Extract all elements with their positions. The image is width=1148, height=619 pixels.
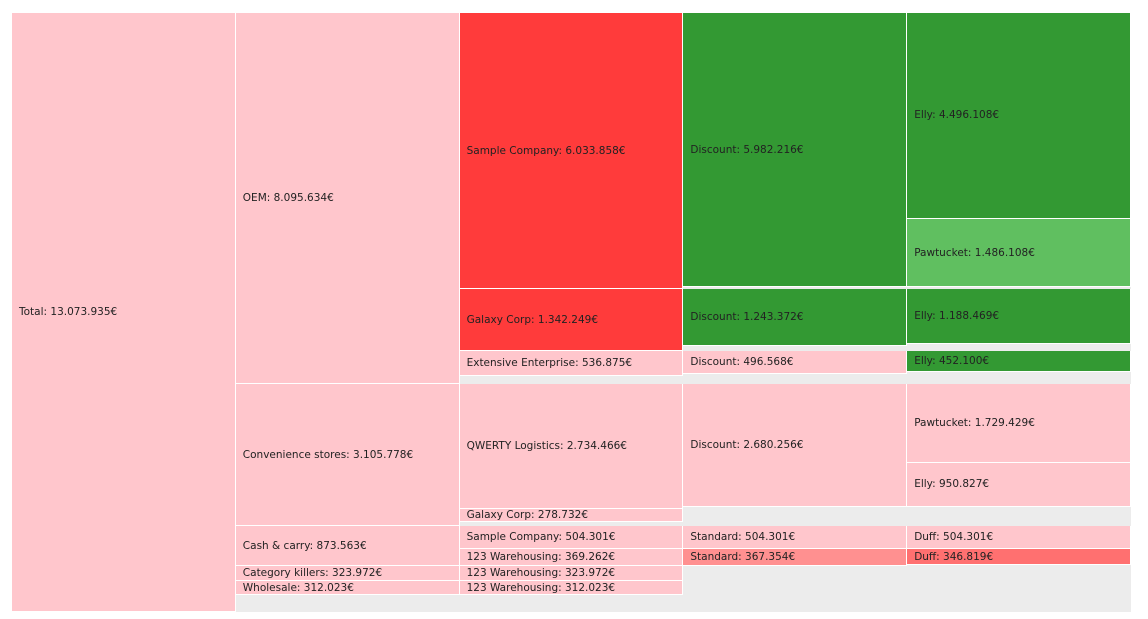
icicle-node[interactable]: Galaxy Corp: 278.732€ [459, 509, 684, 522]
icicle-node[interactable]: Elly: 452.100€ [907, 350, 1131, 372]
icicle-node[interactable]: QWERTY Logistics: 2.734.466€ [459, 383, 684, 510]
node-label: Duff: 346.819€ [914, 550, 994, 563]
icicle-node[interactable]: Discount: 1.243.372€ [683, 289, 908, 347]
icicle-node[interactable]: Duff: 504.301€ [907, 526, 1131, 550]
node-label: Standard: 504.301€ [690, 531, 796, 544]
node-label: Galaxy Corp: 1.342.249€ [466, 313, 599, 326]
node-label: Galaxy Corp: 278.732€ [466, 509, 588, 522]
node-label: Elly: 1.188.469€ [914, 310, 1000, 323]
node-label: Extensive Enterprise: 536.875€ [466, 356, 633, 369]
icicle-node[interactable]: Wholesale: 312.023€ [235, 581, 460, 596]
node-label: Elly: 950.827€ [914, 478, 990, 491]
icicle-node[interactable]: Elly: 1.188.469€ [907, 289, 1131, 344]
node-label: Duff: 504.301€ [914, 531, 994, 544]
icicle-node[interactable]: 123 Warehousing: 323.972€ [459, 566, 684, 582]
node-label: Cash & carry: 873.563€ [242, 539, 367, 552]
icicle-node[interactable]: Discount: 5.982.216€ [683, 13, 908, 288]
node-label: Sample Company: 504.301€ [466, 531, 616, 544]
icicle-node[interactable]: Sample Company: 6.033.858€ [459, 13, 684, 290]
icicle-node[interactable]: 123 Warehousing: 369.262€ [459, 549, 684, 567]
node-label: OEM: 8.095.634€ [242, 191, 334, 204]
icicle-node[interactable]: Elly: 4.496.108€ [907, 13, 1131, 219]
node-label: QWERTY Logistics: 2.734.466€ [466, 440, 627, 453]
node-label: Discount: 1.243.372€ [690, 311, 804, 324]
icicle-node[interactable]: Discount: 496.568€ [683, 350, 908, 374]
node-label: Convenience stores: 3.105.778€ [242, 448, 414, 461]
node-label: Discount: 2.680.256€ [690, 438, 804, 451]
icicle-node[interactable]: Cash & carry: 873.563€ [235, 526, 460, 567]
node-label: Standard: 367.354€ [690, 551, 796, 564]
node-label: Sample Company: 6.033.858€ [466, 144, 626, 157]
icicle-node[interactable]: Discount: 2.680.256€ [683, 383, 908, 507]
node-label: Elly: 452.100€ [914, 354, 990, 367]
node-label: Wholesale: 312.023€ [242, 581, 354, 594]
icicle-node[interactable]: Category killers: 323.972€ [235, 566, 460, 582]
node-label: Pawtucket: 1.729.429€ [914, 417, 1035, 430]
icicle-node[interactable]: OEM: 8.095.634€ [235, 13, 460, 384]
icicle-node[interactable]: Duff: 346.819€ [907, 549, 1131, 566]
icicle-node[interactable]: Elly: 950.827€ [907, 463, 1131, 507]
node-label: Discount: 5.982.216€ [690, 143, 804, 156]
node-label: Elly: 4.496.108€ [914, 109, 1000, 122]
icicle-node[interactable]: Sample Company: 504.301€ [459, 526, 684, 550]
icicle-node-total[interactable]: Total: 13.073.935€ [12, 13, 236, 612]
icicle-node[interactable]: Pawtucket: 1.729.429€ [907, 383, 1131, 464]
node-label: Category killers: 323.972€ [242, 567, 383, 580]
icicle-node[interactable]: Galaxy Corp: 1.342.249€ [459, 289, 684, 351]
icicle-node[interactable]: Convenience stores: 3.105.778€ [235, 383, 460, 527]
icicle-node[interactable]: Standard: 367.354€ [683, 549, 908, 567]
icicle-node[interactable]: 123 Warehousing: 312.023€ [459, 581, 684, 596]
icicle-chart: Total: 13.073.935€ OEM: 8.095.634€ Sample … [12, 13, 1131, 612]
icicle-node[interactable]: Extensive Enterprise: 536.875€ [459, 350, 684, 376]
icicle-node[interactable]: Standard: 504.301€ [683, 526, 908, 550]
node-label: Discount: 496.568€ [690, 355, 794, 368]
icicle-node[interactable]: Pawtucket: 1.486.108€ [907, 218, 1131, 288]
node-label: Pawtucket: 1.486.108€ [914, 246, 1035, 259]
node-label: 123 Warehousing: 323.972€ [466, 567, 616, 580]
node-label: 123 Warehousing: 312.023€ [466, 581, 616, 594]
node-label: Total: 13.073.935€ [19, 306, 118, 318]
node-label: 123 Warehousing: 369.262€ [466, 551, 616, 564]
